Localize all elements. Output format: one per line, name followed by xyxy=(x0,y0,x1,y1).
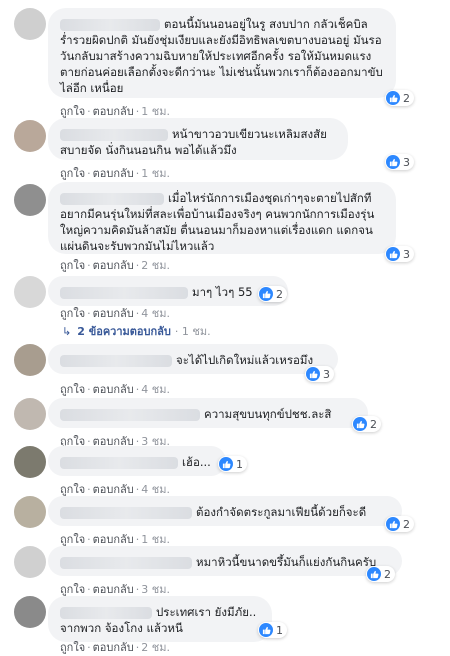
like-reaction-icon xyxy=(353,417,367,431)
avatar[interactable] xyxy=(14,446,46,478)
timestamp[interactable]: 4 ชม. xyxy=(141,383,170,396)
avatar[interactable] xyxy=(14,120,46,152)
author-name[interactable] xyxy=(60,506,192,519)
like-link[interactable]: ถูกใจ xyxy=(60,383,85,396)
like-link[interactable]: ถูกใจ xyxy=(60,307,85,320)
comment-bubble: ต้องกำจัดตระกูลมาเฟียนี้ด้วยก็จะดี xyxy=(48,496,402,526)
reaction-count[interactable]: 3 xyxy=(305,366,334,382)
comment-bubble: ประเทศเรา ยังมีภัย.. จากพวก จ้องโกง แล้ว… xyxy=(48,596,272,642)
author-name[interactable] xyxy=(60,556,192,569)
view-replies[interactable]: ↳ 2 ข้อความตอบกลับ · 1 ชม. xyxy=(62,322,211,340)
comment-text: หมาหิวนี้ขนาดขรึ้มันก็แย่งกันกินครับ xyxy=(196,555,377,569)
avatar[interactable] xyxy=(14,546,46,578)
reply-link[interactable]: ตอบกลับ xyxy=(93,167,134,180)
like-reaction-icon xyxy=(386,155,400,169)
comment-text: มาๆ ไวๆ 55 xyxy=(192,285,253,299)
author-name[interactable] xyxy=(60,354,172,367)
comment-text: เฮ้อ... xyxy=(182,455,211,469)
comment-actions: ถูกใจ · ตอบกลับ · 1 ชม. xyxy=(60,167,170,180)
timestamp[interactable]: 1 ชม. xyxy=(141,105,170,118)
reply-link[interactable]: ตอบกลับ xyxy=(93,307,134,320)
timestamp[interactable]: 2 ชม. xyxy=(141,259,170,272)
comment-bubble: เฮ้อ... xyxy=(48,446,226,476)
comment-bubble: ความสุขบนทุกข์ปชช.ละสิ xyxy=(48,398,368,428)
timestamp[interactable]: 2 ชม. xyxy=(141,641,170,654)
timestamp[interactable]: 1 ชม. xyxy=(141,533,170,546)
reaction-count[interactable]: 1 xyxy=(218,456,247,472)
reaction-count[interactable]: 2 xyxy=(258,286,287,302)
like-reaction-icon xyxy=(259,287,273,301)
like-reaction-icon xyxy=(386,517,400,531)
like-reaction-icon xyxy=(259,623,273,637)
avatar[interactable] xyxy=(14,398,46,430)
comment-bubble: จะได้ไปเกิดใหม่แล้วเหรอมึง xyxy=(48,344,338,374)
reply-link[interactable]: ตอบกลับ xyxy=(93,533,134,546)
like-link[interactable]: ถูกใจ xyxy=(60,483,85,496)
avatar[interactable] xyxy=(14,276,46,308)
reaction-count[interactable]: 2 xyxy=(352,416,381,432)
avatar[interactable] xyxy=(14,8,46,40)
like-link[interactable]: ถูกใจ xyxy=(60,259,85,272)
like-reaction-icon xyxy=(306,367,320,381)
reaction-count[interactable]: 3 xyxy=(385,246,414,262)
author-name[interactable] xyxy=(60,286,188,299)
author-name[interactable] xyxy=(60,192,164,205)
like-link[interactable]: ถูกใจ xyxy=(60,583,85,596)
timestamp[interactable]: 1 ชม. xyxy=(141,167,170,180)
avatar[interactable] xyxy=(14,496,46,528)
like-reaction-icon xyxy=(386,247,400,261)
like-link[interactable]: ถูกใจ xyxy=(60,641,85,654)
author-name[interactable] xyxy=(60,408,200,421)
reply-link[interactable]: ตอบกลับ xyxy=(93,483,134,496)
comment-text: ต้องกำจัดตระกูลมาเฟียนี้ด้วยก็จะดี xyxy=(196,505,367,519)
replies-time: · 1 ชม. xyxy=(174,325,211,338)
replies-count-link[interactable]: 2 ข้อความตอบกลับ xyxy=(77,322,171,340)
author-name[interactable] xyxy=(60,606,152,619)
avatar[interactable] xyxy=(14,344,46,376)
reaction-count[interactable]: 2 xyxy=(385,516,414,532)
timestamp[interactable]: 4 ชม. xyxy=(141,483,170,496)
timestamp[interactable]: 3 ชม. xyxy=(141,583,170,596)
reaction-count[interactable]: 1 xyxy=(258,622,287,638)
comment-text: จะได้ไปเกิดใหม่แล้วเหรอมึง xyxy=(176,353,314,367)
like-reaction-icon xyxy=(367,567,381,581)
comment-text: ความสุขบนทุกข์ปชช.ละสิ xyxy=(204,407,332,421)
comment-bubble: หมาหิวนี้ขนาดขรึ้มันก็แย่งกันกินครับ xyxy=(48,546,402,576)
comment-bubble: มาๆ ไวๆ 55 xyxy=(48,276,288,306)
comment-actions: ถูกใจ · ตอบกลับ · 4 ชม. xyxy=(60,307,170,320)
reply-link[interactable]: ตอบกลับ xyxy=(93,259,134,272)
reaction-count[interactable]: 2 xyxy=(385,90,414,106)
comment-bubble: หน้าขาวอวบเขียวนะเหลิมสงสัยสบายจัด นั่งก… xyxy=(48,118,348,160)
comment-bubble: เมื่อไหร่นักการเมืองชุดเก่าๆจะตายไปสักที… xyxy=(48,182,396,254)
author-name[interactable] xyxy=(60,128,168,141)
like-reaction-icon xyxy=(386,91,400,105)
comment-bubble: ตอนนี้มันนอนอยู่ในรู สงบปาก กลัวเช็คบิล … xyxy=(48,8,396,98)
author-name[interactable] xyxy=(60,456,178,469)
comment-actions: ถูกใจ · ตอบกลับ · 2 ชม. xyxy=(60,641,170,654)
avatar[interactable] xyxy=(14,596,46,628)
comment-actions: ถูกใจ · ตอบกลับ · 2 ชม. xyxy=(60,259,170,272)
like-reaction-icon xyxy=(219,457,233,471)
reply-arrow-icon: ↳ xyxy=(62,324,72,338)
comment-actions: ถูกใจ · ตอบกลับ · 4 ชม. xyxy=(60,383,170,396)
reply-link[interactable]: ตอบกลับ xyxy=(93,641,134,654)
like-link[interactable]: ถูกใจ xyxy=(60,105,85,118)
like-link[interactable]: ถูกใจ xyxy=(60,533,85,546)
reply-link[interactable]: ตอบกลับ xyxy=(93,105,134,118)
reaction-count[interactable]: 3 xyxy=(385,154,414,170)
avatar[interactable] xyxy=(14,184,46,216)
like-link[interactable]: ถูกใจ xyxy=(60,167,85,180)
reply-link[interactable]: ตอบกลับ xyxy=(93,583,134,596)
timestamp[interactable]: 4 ชม. xyxy=(141,307,170,320)
reaction-count[interactable]: 2 xyxy=(366,566,395,582)
author-name[interactable] xyxy=(60,18,160,31)
reply-link[interactable]: ตอบกลับ xyxy=(93,383,134,396)
